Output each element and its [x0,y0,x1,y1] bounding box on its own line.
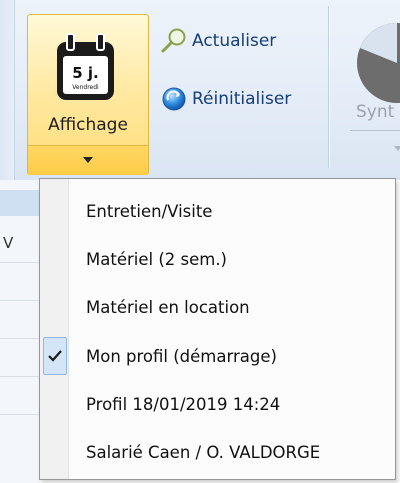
magnifier-icon [161,28,186,53]
check-slot [42,430,68,474]
reset-icon [162,87,186,111]
ribbon-edge [0,0,15,180]
synthese-label: Synt [356,102,395,122]
affichage-split-button[interactable]: 5 j. Vendredi Affichage [27,14,149,175]
left-pane [0,180,40,483]
left-pane-divider [0,376,40,377]
chevron-down-icon [394,146,400,151]
menu-item-entretien-visite[interactable]: Entretien/Visite [42,189,393,233]
check-slot [42,237,68,281]
reset-button[interactable]: Réinitialiser [160,84,291,114]
menu-item-salarie-caen[interactable]: Salarié Caen / O. VALDORGE [42,430,393,474]
affichage-dropdown-menu: Entretien/Visite Matériel (2 sem.) Matér… [39,178,396,480]
pie-chart-icon [357,23,400,103]
menu-item-materiel-2-sem[interactable]: Matériel (2 sem.) [42,237,393,281]
menu-item-label: Mon profil (démarrage) [86,346,277,366]
affichage-dropdown-toggle[interactable] [28,145,148,175]
menu-item-label: Matériel en location [86,297,250,317]
calendar-day-text: 5 j. [72,64,99,82]
calendar-icon: 5 j. Vendredi [57,33,114,100]
synthese-split-line [350,130,400,131]
left-pane-divider [0,262,40,263]
calendar-weekday-text: Vendredi [72,84,99,91]
menu-item-label: Entretien/Visite [86,201,213,221]
affichage-button[interactable]: 5 j. Vendredi Affichage [28,15,148,145]
refresh-label: Actualiser [192,31,277,51]
left-pane-text: V [3,234,14,252]
menu-item-profil-date[interactable]: Profil 18/01/2019 14:24 [42,382,393,426]
reset-label: Réinitialiser [192,89,292,109]
group-separator [328,6,329,168]
affichage-label: Affichage [48,115,128,135]
left-pane-divider [0,300,40,301]
chevron-down-icon [83,157,93,163]
check-slot [42,285,68,329]
check-slot [43,337,67,375]
left-pane-highlight [0,190,40,216]
menu-item-label: Profil 18/01/2019 14:24 [86,394,281,414]
checkmark-icon [48,350,62,362]
left-pane-divider [0,338,40,339]
menu-item-label: Matériel (2 sem.) [86,249,227,269]
check-slot [42,189,68,233]
ribbon: 5 j. Vendredi Affichage Actualiser Réini… [0,0,400,180]
synthese-button[interactable]: Synt [340,0,400,180]
left-pane-divider [0,414,40,415]
check-slot [42,382,68,426]
menu-item-label: Salarié Caen / O. VALDORGE [86,442,321,462]
menu-item-materiel-en-location[interactable]: Matériel en location [42,285,393,329]
menu-item-mon-profil[interactable]: Mon profil (démarrage) [42,334,393,378]
refresh-button[interactable]: Actualiser [160,26,276,56]
